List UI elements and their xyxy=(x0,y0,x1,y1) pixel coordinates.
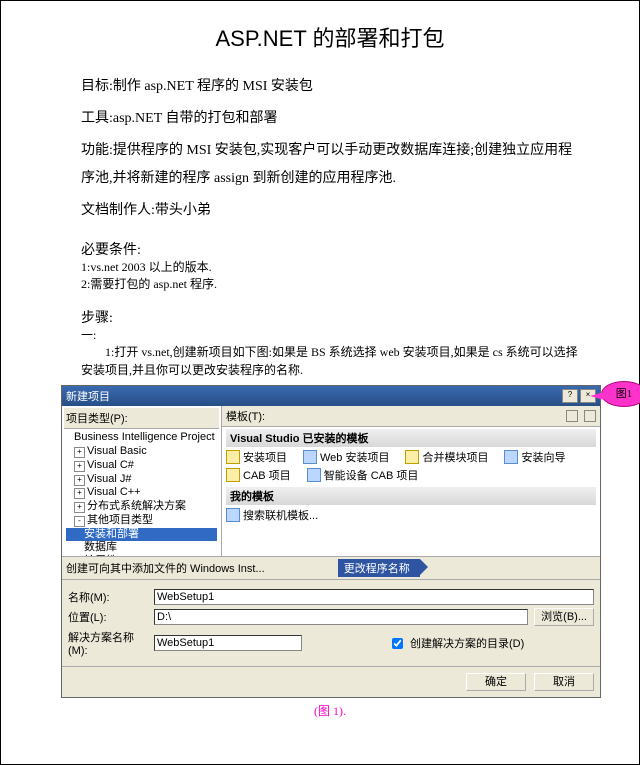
collapse-icon[interactable]: - xyxy=(74,516,85,527)
create-solution-dir-checkbox[interactable] xyxy=(392,638,403,649)
create-solution-dir-label: 创建解决方案的目录(D) xyxy=(410,635,524,651)
tree-ext[interactable]: 扩展性 xyxy=(66,555,217,556)
fields-area: 名称(M): 位置(L): 浏览(B)... 解决方案名称(M): 创建解决方案… xyxy=(62,580,600,666)
cab-project-icon xyxy=(226,468,240,482)
location-input[interactable] xyxy=(154,609,528,625)
expand-icon[interactable]: + xyxy=(74,461,85,472)
tree-dist[interactable]: +分布式系统解决方案 xyxy=(66,500,217,514)
template-merge[interactable]: 合并模块项目 xyxy=(405,449,488,465)
cancel-button[interactable]: 取消 xyxy=(534,673,594,691)
expand-icon[interactable]: + xyxy=(74,475,85,486)
description-bar: 创建可向其中添加文件的 Windows Inst... 更改程序名称 xyxy=(62,557,600,580)
section-steps: 步骤: xyxy=(81,307,579,327)
callout-change-name: 更改程序名称 xyxy=(338,559,420,577)
tree-other[interactable]: -其他项目类型 xyxy=(66,514,217,528)
template-wizard[interactable]: 安装向导 xyxy=(504,449,565,465)
cond-2: 2:需要打包的 asp.net 程序. xyxy=(81,276,579,293)
step-group-1: 一: xyxy=(81,327,579,344)
solution-name-input[interactable] xyxy=(154,635,302,651)
template-smart-cab[interactable]: 智能设备 CAB 项目 xyxy=(307,467,419,483)
small-icons-icon[interactable] xyxy=(584,410,596,422)
solution-name-label: 解决方案名称(M): xyxy=(68,629,148,657)
tree-js[interactable]: +Visual J# xyxy=(66,473,217,487)
dialog-title: 新建项目 xyxy=(66,388,110,404)
templates-label: 模板(T): xyxy=(226,408,265,424)
ok-button[interactable]: 确定 xyxy=(466,673,526,691)
cond-1: 1:vs.net 2003 以上的版本. xyxy=(81,259,579,276)
project-type-tree[interactable]: Business Intelligence Project +Visual Ba… xyxy=(64,429,219,556)
web-setup-icon xyxy=(303,450,317,464)
expand-icon[interactable]: + xyxy=(74,447,85,458)
tree-db[interactable]: 数据库 xyxy=(66,541,217,555)
tree-cs[interactable]: +Visual C# xyxy=(66,459,217,473)
tree-setup-deploy[interactable]: 安装和部署 xyxy=(66,528,217,542)
tree-cpp[interactable]: +Visual C++ xyxy=(66,486,217,500)
help-button[interactable]: ? xyxy=(562,389,578,403)
step-1: 1:打开 vs.net,创建新项目如下图:如果是 BS 系统选择 web 安装项… xyxy=(81,343,579,379)
screenshot-figure-1: 图1 新建项目 ? × 项目类型(P): Business Intelligen… xyxy=(61,385,601,698)
tree-bi[interactable]: Business Intelligence Project xyxy=(66,431,217,445)
large-icons-icon[interactable] xyxy=(566,410,578,422)
expand-icon[interactable]: + xyxy=(74,502,85,513)
templates-group-my: 我的模板 xyxy=(226,487,596,505)
template-cab[interactable]: CAB 项目 xyxy=(226,467,291,483)
para-goal: 目标:制作 asp.NET 程序的 MSI 安装包 xyxy=(81,73,579,101)
section-conditions: 必要条件: xyxy=(81,239,579,259)
templates-panel: 模板(T): Visual Studio 已安装的模板 安装项目 Web 安装项… xyxy=(222,406,600,556)
project-name-input[interactable] xyxy=(154,589,594,605)
para-tool: 工具:asp.NET 自带的打包和部署 xyxy=(81,105,579,133)
search-online-icon xyxy=(226,508,240,522)
templates-group-installed: Visual Studio 已安装的模板 xyxy=(226,429,596,447)
project-type-label: 项目类型(P): xyxy=(64,408,219,429)
setup-wizard-icon xyxy=(504,450,518,464)
browse-button[interactable]: 浏览(B)... xyxy=(534,608,594,626)
dialog-titlebar: 新建项目 ? × xyxy=(62,386,600,406)
template-setup[interactable]: 安装项目 xyxy=(226,449,287,465)
description-text: 创建可向其中添加文件的 Windows Inst... xyxy=(66,563,265,575)
dialog-footer: 确定 取消 xyxy=(62,666,600,697)
para-author: 文档制作人:带头小弟 xyxy=(81,197,579,225)
location-label: 位置(L): xyxy=(68,609,148,625)
tree-vb[interactable]: +Visual Basic xyxy=(66,445,217,459)
template-web-setup[interactable]: Web 安装项目 xyxy=(303,449,389,465)
document-page: ASP.NET 的部署和打包 目标:制作 asp.NET 程序的 MSI 安装包… xyxy=(0,0,640,765)
template-search-online[interactable]: 搜索联机模板... xyxy=(226,507,596,523)
new-project-dialog: 新建项目 ? × 项目类型(P): Business Intelligence … xyxy=(61,385,601,698)
figure-caption: (图 1). xyxy=(81,702,579,719)
view-mode-icons xyxy=(566,410,596,422)
smart-cab-icon xyxy=(307,468,321,482)
page-title: ASP.NET 的部署和打包 xyxy=(81,21,579,53)
para-function: 功能:提供程序的 MSI 安装包,实现客户可以手动更改数据库连接;创建独立应用程… xyxy=(81,137,579,193)
callout-figure-1: 图1 xyxy=(601,381,640,407)
name-label: 名称(M): xyxy=(68,589,148,605)
templates-grid: 安装项目 Web 安装项目 合并模块项目 安装向导 CAB 项目 智能设备 CA… xyxy=(226,449,596,483)
setup-project-icon xyxy=(226,450,240,464)
expand-icon[interactable]: + xyxy=(74,488,85,499)
merge-module-icon xyxy=(405,450,419,464)
project-type-panel: 项目类型(P): Business Intelligence Project +… xyxy=(62,406,222,556)
